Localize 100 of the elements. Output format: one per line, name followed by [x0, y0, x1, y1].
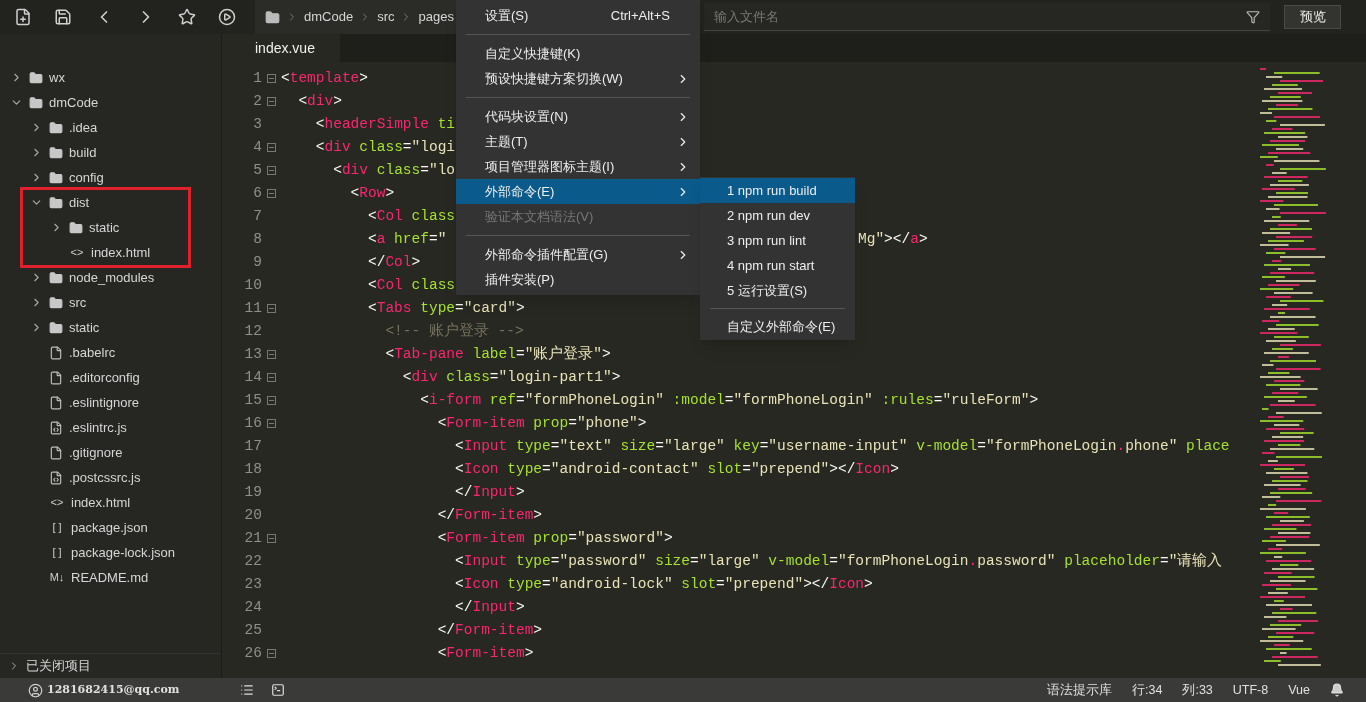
- status-item[interactable]: 行:34: [1132, 680, 1163, 700]
- tree-item[interactable]: wx: [0, 65, 221, 90]
- menu-item[interactable]: 2 npm run dev: [700, 203, 855, 228]
- menu-item[interactable]: 主题(T): [456, 129, 700, 154]
- code-line: </Col>: [367, 253, 421, 270]
- filter-icon[interactable]: [1246, 9, 1260, 24]
- list-icon[interactable]: [240, 683, 254, 697]
- save-icon[interactable]: [54, 8, 72, 26]
- breadcrumb-item[interactable]: dmCode: [304, 7, 354, 27]
- file-type-icon: <>: [69, 244, 85, 261]
- fold-icon[interactable]: [267, 396, 276, 405]
- tree-item[interactable]: <> index.html: [0, 240, 188, 265]
- tree-item[interactable]: .idea: [0, 115, 221, 140]
- script-file-icon: [49, 470, 63, 485]
- folder-icon: [49, 145, 63, 160]
- menu-item[interactable]: 代码块设置(N): [456, 104, 700, 129]
- fold-icon[interactable]: [267, 166, 276, 175]
- fold-icon[interactable]: [267, 373, 276, 382]
- tree-item[interactable]: .eslintignore: [0, 390, 221, 415]
- code-line: </Form-item>: [436, 621, 543, 638]
- script-file-icon: [49, 420, 63, 435]
- fold-icon[interactable]: [267, 74, 276, 83]
- code-line: <i-form ref="formPhoneLogin" :model="formPhoneLogin" :rules="ruleForm">: [419, 391, 1039, 408]
- code-line: <a href=": [367, 230, 447, 247]
- line-number: 16: [243, 413, 262, 433]
- folder-icon: [69, 220, 83, 235]
- code-line: <Form-item prop="phone">: [436, 414, 647, 431]
- file-icon: [49, 345, 63, 360]
- status-item[interactable]: 语法提示库: [1047, 680, 1112, 700]
- menu-item[interactable]: 外部命令插件配置(G): [456, 242, 700, 267]
- fold-icon[interactable]: [267, 97, 276, 106]
- menu-item[interactable]: 自定义快捷键(K): [456, 41, 700, 66]
- new-file-icon[interactable]: [14, 8, 32, 26]
- folder-icon: [49, 120, 63, 135]
- tree-item[interactable]: build: [0, 140, 221, 165]
- tree-item[interactable]: dist: [0, 190, 188, 215]
- code-line: <Icon type="android-contact" slot="prepend"></Icon>: [454, 460, 899, 477]
- menu-item[interactable]: 预设快捷键方案切换(W): [456, 66, 700, 91]
- menu-item[interactable]: 外部命令(E): [456, 179, 700, 204]
- tree-item[interactable]: dmCode: [0, 90, 221, 115]
- file-type-icon: [ ]: [49, 519, 65, 536]
- tree-item[interactable]: M↓ README.md: [0, 565, 221, 590]
- folder-icon: [265, 9, 280, 25]
- tree-item[interactable]: static: [0, 315, 221, 340]
- code-line: <Row>: [349, 184, 395, 201]
- tree-item[interactable]: config: [0, 165, 221, 190]
- star-icon[interactable]: [178, 8, 196, 26]
- tree-item[interactable]: .gitignore: [0, 440, 221, 465]
- preview-button[interactable]: 预览: [1284, 5, 1341, 29]
- menu-item[interactable]: 3 npm run lint: [700, 228, 855, 253]
- tree-item[interactable]: <> index.html: [0, 490, 221, 515]
- run-icon[interactable]: [218, 8, 236, 26]
- bell-icon[interactable]: [1330, 683, 1344, 697]
- editor-tab[interactable]: index.vue: [222, 34, 340, 62]
- status-item[interactable]: UTF-8: [1232, 680, 1269, 700]
- line-number: 23: [243, 574, 262, 594]
- menu-item[interactable]: 1 npm run build: [700, 178, 855, 203]
- tree-item[interactable]: [ ] package.json: [0, 515, 221, 540]
- tree-item[interactable]: .postcssrc.js: [0, 465, 221, 490]
- breadcrumb-item[interactable]: pages: [418, 7, 454, 27]
- status-item[interactable]: Vue: [1288, 680, 1310, 700]
- status-item[interactable]: 列:33: [1182, 680, 1213, 700]
- terminal-icon[interactable]: [271, 683, 285, 697]
- code-line: <Form-item prop="password">: [436, 529, 673, 546]
- code-line: <Icon type="android-lock" slot="prepend"></Icon>: [454, 575, 873, 592]
- menu-item[interactable]: 自定义外部命令(E): [700, 314, 855, 339]
- menu-item[interactable]: 设置(S) Ctrl+Alt+S: [456, 3, 700, 28]
- tree-item[interactable]: .eslintrc.js: [0, 415, 221, 440]
- fold-icon[interactable]: [267, 143, 276, 152]
- menu-item[interactable]: 4 npm run start: [700, 253, 855, 278]
- line-number: 13: [243, 344, 262, 364]
- code-line: <template>: [281, 69, 369, 86]
- fold-icon[interactable]: [267, 649, 276, 658]
- user-icon[interactable]: [28, 682, 43, 698]
- line-number: 24: [243, 597, 262, 617]
- line-number: 1: [252, 68, 262, 88]
- line-number: 12: [243, 321, 262, 341]
- tree-item[interactable]: src: [0, 290, 221, 315]
- folder-icon: [49, 320, 63, 335]
- line-number: 3: [252, 114, 262, 134]
- fold-icon[interactable]: [267, 419, 276, 428]
- fold-icon[interactable]: [267, 304, 276, 313]
- line-number: 21: [243, 528, 262, 548]
- tree-item[interactable]: [ ] package-lock.json: [0, 540, 221, 565]
- file-type-icon: M↓: [49, 569, 65, 586]
- fold-icon[interactable]: [267, 350, 276, 359]
- code-line: </Input>: [454, 483, 525, 500]
- folder-icon: [49, 170, 63, 185]
- fold-icon[interactable]: [267, 534, 276, 543]
- tree-item[interactable]: .babelrc: [0, 340, 221, 365]
- fold-icon[interactable]: [267, 189, 276, 198]
- menu-item[interactable]: 插件安装(P): [456, 267, 700, 292]
- breadcrumb-item[interactable]: src: [377, 7, 395, 27]
- menu-item[interactable]: 5 运行设置(S): [700, 278, 855, 303]
- account-label[interactable]: 1281682415@qq.com: [47, 681, 227, 699]
- tree-item[interactable]: static: [0, 215, 188, 240]
- file-icon: [49, 395, 63, 410]
- tree-item[interactable]: .editorconfig: [0, 365, 221, 390]
- menu-item[interactable]: 项目管理器图标主题(I): [456, 154, 700, 179]
- tree-item[interactable]: node_modules: [0, 265, 221, 290]
